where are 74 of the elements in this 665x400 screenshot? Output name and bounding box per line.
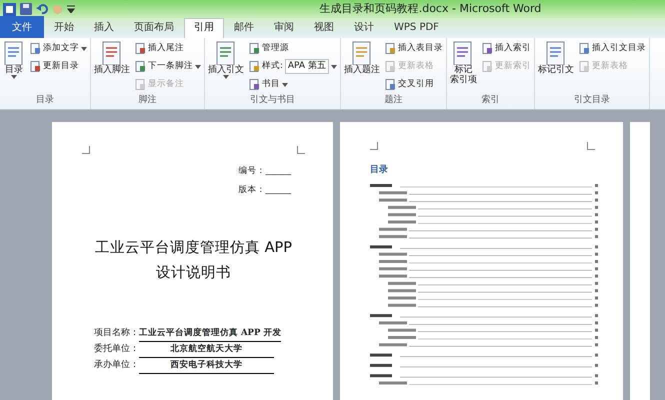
ribbon-tab[interactable]: 审阅 — [264, 18, 304, 38]
ribbon-small-button[interactable]: 下一条脚注 — [134, 58, 202, 75]
ribbon-large-button[interactable]: 标记 索引项 — [448, 40, 478, 94]
small-document-icon — [135, 79, 146, 90]
ribbon-tab[interactable]: 邮件 — [224, 18, 264, 38]
margin-corner-mark — [297, 146, 305, 154]
field-value: 西安电子科技大学 — [139, 358, 274, 374]
undo-icon[interactable] — [36, 3, 48, 15]
field-label: 承办单位： — [94, 358, 139, 372]
ribbon-large-button[interactable]: 插入题注 — [342, 40, 381, 94]
small-document-icon — [249, 43, 260, 54]
document-icon — [101, 41, 123, 65]
toc-heading: 目录 — [370, 164, 389, 177]
group-label: 题注 — [383, 94, 404, 106]
ribbon-small-button[interactable]: 插入索引 — [480, 40, 532, 57]
customize-arrow-icon[interactable] — [67, 5, 75, 13]
small-document-icon — [384, 61, 396, 72]
document-icon — [3, 41, 25, 65]
small-document-icon — [30, 43, 41, 54]
document-icon — [452, 41, 474, 65]
document-title: 工业云平台调度管理仿真 APP — [94, 240, 292, 256]
small-document-icon — [249, 61, 260, 72]
ribbon-small-button[interactable]: 书目 — [248, 76, 338, 93]
ribbon-large-button[interactable]: 标记引文 — [536, 40, 575, 94]
document-icon — [215, 41, 237, 65]
ribbon-small-button[interactable]: 添加文字 — [29, 40, 88, 57]
document-icon — [350, 41, 373, 65]
ribbon-small-button[interactable]: 插入引文目录 — [578, 40, 647, 57]
small-document-icon — [578, 61, 590, 72]
group-label: 引文与书目 — [248, 94, 296, 106]
group-label: 引文目录 — [572, 94, 611, 106]
document-title: 设计说明书 — [156, 265, 231, 281]
margin-corner-mark — [370, 142, 378, 150]
small-document-icon — [30, 61, 41, 72]
style-label: 样式: APA 第五 — [248, 58, 338, 75]
ribbon-tab[interactable]: 插入 — [84, 18, 124, 38]
ribbon-tab[interactable]: 引用 — [184, 18, 224, 38]
window-title: 生成目录和页码教程.docx - Microsoft Word — [318, 0, 542, 17]
ribbon-tab[interactable]: 设计 — [344, 18, 384, 38]
field-value: 北京航空航天大学 — [139, 342, 274, 358]
ribbon-tab[interactable]: WPS PDF — [384, 18, 449, 38]
ribbon-large-button[interactable]: 目录 — [2, 40, 26, 94]
small-document-icon — [249, 79, 260, 90]
group-label: 目录 — [35, 94, 55, 106]
ribbon-small-button[interactable]: 交叉引用 — [384, 76, 444, 93]
group-label: 索引 — [480, 94, 500, 106]
style-select[interactable]: APA 第五 — [284, 58, 329, 74]
ribbon-small-button[interactable]: 更新目录 — [29, 58, 88, 75]
margin-corner-mark — [587, 142, 595, 150]
field-text: 版本：______ — [238, 185, 291, 195]
ribbon-tab[interactable]: 页面布局 — [124, 18, 184, 38]
ribbon-small-button[interactable]: 插入尾注 — [134, 40, 202, 57]
ribbon-large-button[interactable]: 插入引文 — [207, 40, 245, 94]
small-document-icon — [135, 61, 146, 72]
ribbon-tab[interactable]: 视图 — [304, 18, 344, 38]
field-text: 编号：______ — [238, 166, 291, 176]
document-icon — [544, 41, 567, 65]
save-icon[interactable] — [20, 3, 32, 15]
small-document-icon — [578, 43, 590, 54]
group-label: 脚注 — [138, 94, 158, 106]
small-document-icon — [384, 79, 396, 90]
field-label: 项目名称： — [94, 326, 139, 340]
ribbon-large-button[interactable]: 插入脚注 — [93, 40, 131, 94]
file-tab[interactable]: 文件 — [0, 16, 44, 38]
field-label: 委托单位： — [94, 342, 139, 356]
ribbon-small-button[interactable]: 插入表目录 — [384, 40, 444, 57]
small-document-icon — [482, 61, 493, 72]
small-document-icon — [384, 43, 396, 54]
field-value: 工业云平台调度管理仿真 APP 开发 — [139, 326, 282, 342]
small-document-icon — [482, 43, 493, 54]
small-document-icon — [135, 43, 146, 54]
ribbon-small-button[interactable]: 管理源 — [248, 40, 338, 57]
ribbon-tab[interactable]: 开始 — [44, 18, 84, 38]
margin-corner-mark — [82, 146, 90, 154]
